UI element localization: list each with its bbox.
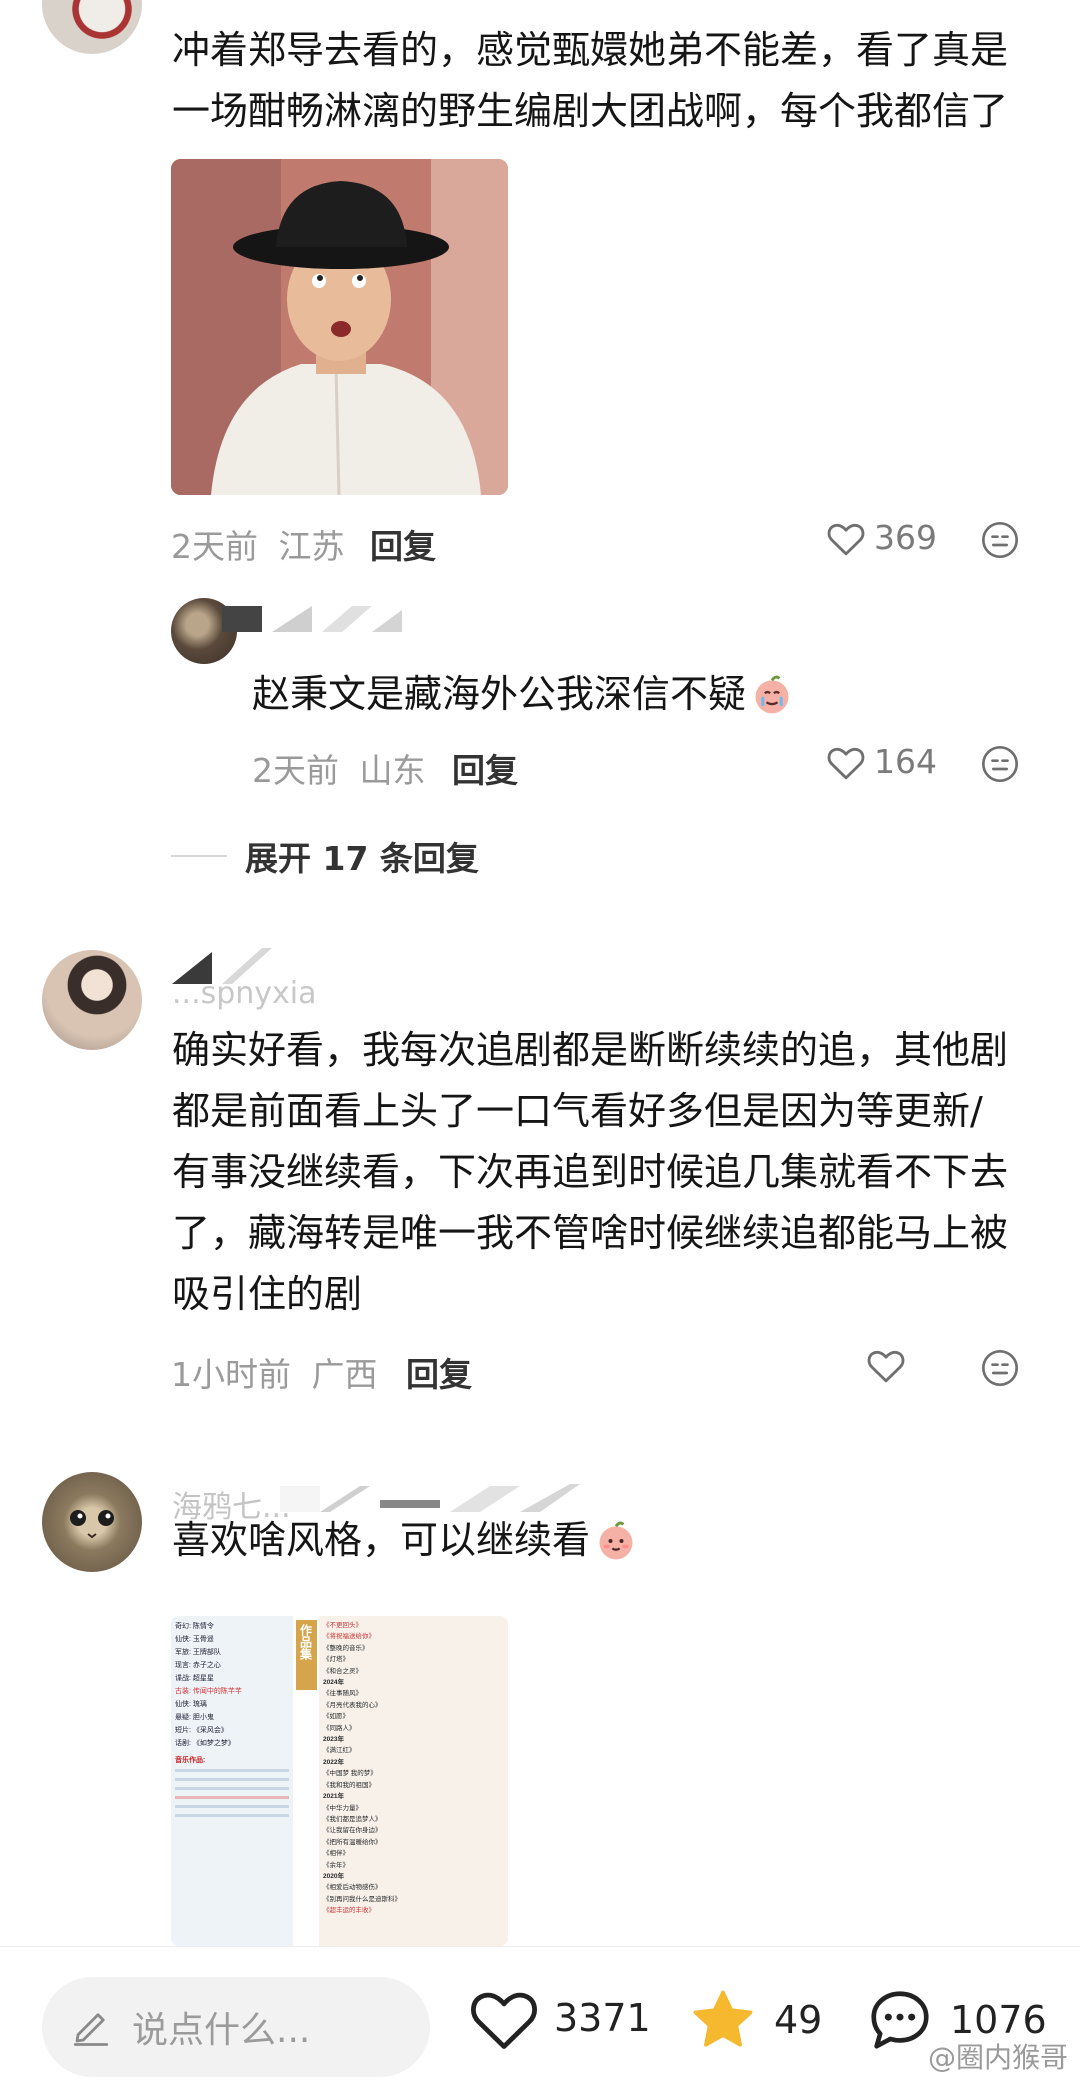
username-mosaic [172,946,282,984]
comment-bubble-icon [871,1991,929,2049]
avatar[interactable] [42,950,142,1050]
like-post-count: 3371 [554,1996,651,2040]
shy-peach-emoji-icon [599,1521,633,1559]
poster-line: 《相伴》 [323,1850,349,1858]
poster-line: 《超丰运的丰收》 [323,1907,375,1915]
comment-location: 广西 [311,1355,378,1394]
poster-line: 仙侠: 琉璃 [175,1701,207,1708]
reply-button[interactable]: 回复 [370,520,436,568]
poster-line: 《整晚的音乐》 [323,1644,369,1652]
poster-line: 《余年》 [323,1861,349,1869]
comment-input-placeholder: 说点什么... [132,2010,311,2051]
poster-title-banner: 作品集 [293,1616,319,1946]
poster-line: 《和合之灵》 [323,1667,362,1675]
poster-line: 《灯塔》 [323,1656,349,1664]
poster-line: 仙侠: 玉骨遥 [175,1636,214,1643]
heart-icon [867,1350,905,1383]
poster-line: 《中华力量》 [323,1804,362,1812]
comment-text: 冲着郑导去看的，感觉甄嬛她弟不能差，看了真是 一场酣畅淋漓的野生编剧大团战啊，每… [172,28,1009,133]
avatar[interactable] [42,1472,142,1572]
poster-line: 《不更回头》 [323,1622,362,1629]
poster-line: 《把所有温暖给你》 [323,1838,382,1846]
comment-text: 喜欢啥风格，可以继续看 [172,1510,638,1571]
emoji-reaction-button[interactable] [980,520,1020,564]
poster-line: 2021年 [323,1793,344,1801]
poster-line: 《月亮代表我的心》 [323,1701,382,1709]
like-post-button[interactable]: 3371 [468,1985,651,2051]
heart-icon [827,747,865,779]
smiley-icon [982,522,1018,558]
bottom-action-bar: 说点什么... 3371 49 1076 @圈内猴哥 [0,1946,1080,2082]
smiley-icon [982,746,1018,782]
poster-line: 《同路人》 [323,1724,356,1732]
favorite-count: 49 [774,1998,823,2042]
username-mosaic [222,602,402,636]
reply-button[interactable]: 回复 [452,744,518,792]
pencil-icon [73,2013,109,2046]
poster-line: 奇幻: 陈情令 [175,1623,214,1630]
comment-time: 2天前 [171,527,258,566]
comment-item: 冲着郑导去看的，感觉甄嬛她弟不能差，看了真是 一场酣畅淋漓的野生编剧大团战啊，每… [0,0,1080,566]
poster-line: 《中国梦 我的梦》 [323,1770,377,1778]
poster-music-title: 音乐作品: [175,1757,206,1764]
watermark: @圈内猴哥 [927,2041,1068,2074]
poster-left-column: 奇幻: 陈情令 仙侠: 玉骨遥 军旅: 王牌部队 现言: 赤子之心 谍战: 超星… [171,1616,293,1946]
poster-line: 谍战: 超星星 [175,1675,214,1682]
comment-input[interactable]: 说点什么... [42,1977,430,2077]
poster-right-column: 《不更回头》 《将祝福送给你》 《整晚的音乐》 《灯塔》 《和合之灵》 2024… [319,1616,508,1946]
reply-meta: 2天前 山东 [252,744,426,792]
smiley-icon [982,1350,1018,1386]
poster-line: 《让我留在你身边》 [323,1827,382,1835]
comment-item: 海鸦七... 喜欢啥风格，可以继续看 奇幻: 陈情令 仙侠: 玉骨遥 军旅: 王… [0,1472,1080,1952]
expand-replies-button[interactable]: 展开 17 条回复 [171,832,479,880]
comment-meta: 2天前 江苏 [171,520,345,568]
poster-line: 古装: 传闻中的陈芊芊 [175,1688,242,1695]
comment-meta: 1小时前 广西 [171,1348,378,1396]
expand-replies-label: 展开 17 条回复 [245,839,479,878]
comment-image[interactable] [171,159,508,495]
reply-item: 赵秉文是藏海外公我深信不疑 2天前 山东 回复 164 [0,596,1080,796]
poster-line: 《将祝福送给你》 [323,1633,375,1641]
poster-line: 《我和我的祖国》 [323,1781,375,1789]
heart-icon [827,523,865,555]
poster-line: 《满江红》 [323,1747,356,1755]
like-button[interactable]: 164 [826,742,937,781]
poster-line: 《别再问我什么是迪斯科》 [323,1895,401,1903]
like-count: 164 [874,742,937,781]
like-count: 369 [874,518,937,557]
poster-line: 《我们都是追梦人》 [323,1815,382,1823]
reply-time: 2天前 [252,751,339,790]
star-icon [693,1990,753,2047]
divider [171,855,227,857]
poster-line: 2020年 [323,1872,344,1880]
emoji-reaction-button[interactable] [980,744,1020,788]
poster-line: 军旅: 王牌部队 [175,1649,221,1656]
comment-text: 确实好看，我每次追剧都是断断续续的追，其他剧 都是前面看上头了一口气看好多但是因… [172,1028,1009,1316]
comment-item: ...spnyxia 确实好看，我每次追剧都是断断续续的追，其他剧 都是前面看上… [0,948,1080,1418]
reply-text: 赵秉文是藏海外公我深信不疑 [252,664,794,725]
poster-line: 话剧: 《如梦之梦》 [175,1740,235,1747]
crying-peach-emoji-icon [755,675,789,713]
favorite-button[interactable]: 49 [686,1985,822,2055]
poster-line: 《如愿》 [323,1713,349,1721]
poster-line: 2024年 [323,1679,344,1687]
poster-line: 《往事随风》 [323,1690,362,1698]
avatar[interactable] [42,0,142,54]
poster-line: 《相爱后动物感伤》 [323,1884,382,1892]
poster-line: 2023年 [323,1736,344,1744]
reply-location: 山东 [359,751,426,790]
poster-line: 2022年 [323,1758,344,1766]
like-button[interactable]: 369 [826,518,937,557]
poster-line: 短片: 《采风会》 [175,1727,228,1734]
comment-location: 江苏 [278,527,345,566]
poster-line: 悬疑: 胆小鬼 [175,1714,214,1721]
reply-button[interactable]: 回复 [406,1348,472,1396]
comment-time: 1小时前 [171,1355,291,1394]
poster-line: 现言: 赤子之心 [175,1662,221,1669]
heart-icon [471,1992,537,2049]
like-button[interactable] [866,1346,906,1384]
comment-image[interactable]: 奇幻: 陈情令 仙侠: 玉骨遥 军旅: 王牌部队 现言: 赤子之心 谍战: 超星… [171,1616,508,1946]
emoji-reaction-button[interactable] [980,1348,1020,1392]
